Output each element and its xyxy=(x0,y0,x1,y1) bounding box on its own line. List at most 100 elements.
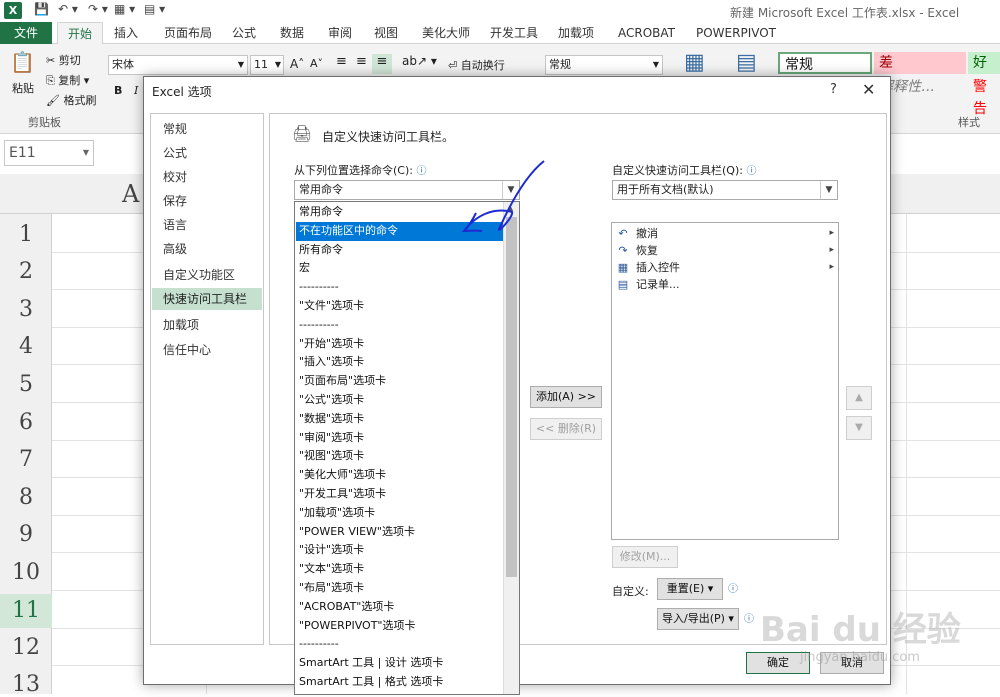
dropdown-option[interactable]: "POWERPIVOT"选项卡 xyxy=(296,617,503,636)
modify-button[interactable]: 修改(M)... xyxy=(612,546,678,568)
save-icon[interactable]: 💾 xyxy=(34,2,49,16)
dropdown-option[interactable]: "插入"选项卡 xyxy=(296,353,503,372)
column-header-a[interactable]: A xyxy=(122,180,139,208)
dropdown-option[interactable]: "开发工具"选项卡 xyxy=(296,485,503,504)
qat-control-icon[interactable]: ▦ ▾ xyxy=(114,2,135,16)
paste-button[interactable]: 粘贴 xyxy=(12,80,34,96)
align-middle-icon[interactable]: ≡ xyxy=(356,54,367,69)
dropdown-option[interactable]: "布局"选项卡 xyxy=(296,579,503,598)
nav-customize-ribbon[interactable]: 自定义功能区 xyxy=(152,264,262,286)
nav-proofing[interactable]: 校对 xyxy=(152,166,262,188)
list-item[interactable]: ↶ 撤消 ▸ xyxy=(616,225,834,242)
row-header-9[interactable]: 9 xyxy=(0,522,52,547)
tab-insert[interactable]: 插入 xyxy=(108,22,144,44)
dropdown-option[interactable]: "数据"选项卡 xyxy=(296,410,503,429)
style-bad[interactable]: 差 xyxy=(874,52,966,74)
format-painter-button[interactable]: 🖌 格式刷 xyxy=(46,92,96,108)
wrap-text-button[interactable]: ⏎ 自动换行 xyxy=(448,57,505,73)
move-up-icon[interactable]: ▲ xyxy=(846,386,872,410)
italic-button[interactable]: I xyxy=(134,84,138,97)
dropdown-option[interactable]: "加载项"选项卡 xyxy=(296,504,503,523)
copy-button[interactable]: ⎘ 复制 ▾ xyxy=(46,72,89,88)
font-size-select[interactable]: 11 ▼ xyxy=(250,55,284,75)
scrollbar[interactable]: ▲ xyxy=(503,202,519,694)
scrollbar-thumb[interactable] xyxy=(506,217,517,577)
tab-review[interactable]: 审阅 xyxy=(322,22,358,44)
tab-data[interactable]: 数据 xyxy=(274,22,310,44)
row-header-7[interactable]: 7 xyxy=(0,447,52,472)
list-item[interactable]: ▦ 插入控件 ▸ xyxy=(616,259,834,276)
dropdown-option[interactable]: "开始"选项卡 xyxy=(296,335,503,354)
number-format-select[interactable]: 常规 ▼ xyxy=(545,55,663,75)
reset-button[interactable]: 重置(E) ▾ xyxy=(657,578,723,600)
dropdown-option[interactable]: "POWER VIEW"选项卡 xyxy=(296,523,503,542)
nav-general[interactable]: 常规 xyxy=(152,118,262,140)
format-table-icon[interactable]: ▤ xyxy=(736,50,757,75)
style-good[interactable]: 好 xyxy=(968,52,1000,74)
cut-button[interactable]: ✂ 剪切 xyxy=(46,52,81,68)
help-button[interactable]: ? xyxy=(830,82,837,97)
dropdown-option[interactable]: 宏 xyxy=(296,259,503,278)
undo-icon[interactable]: ↶ ▾ xyxy=(58,2,78,16)
dropdown-option[interactable]: "公式"选项卡 xyxy=(296,391,503,410)
dropdown-option[interactable]: ---------- xyxy=(296,278,503,297)
tab-formulas[interactable]: 公式 xyxy=(226,22,262,44)
tab-addins[interactable]: 加载项 xyxy=(552,22,600,44)
redo-icon[interactable]: ↷ ▾ xyxy=(88,2,108,16)
align-bottom-icon[interactable]: ≡ xyxy=(372,54,392,74)
tab-meihua[interactable]: 美化大师 xyxy=(416,22,476,44)
row-header-4[interactable]: 4 xyxy=(0,334,52,359)
shrink-font-icon[interactable]: A˅ xyxy=(310,57,323,70)
list-item[interactable]: ▤ 记录单... xyxy=(616,276,834,293)
align-top-icon[interactable]: ≡ xyxy=(336,54,347,69)
dropdown-option[interactable]: "文件"选项卡 xyxy=(296,297,503,316)
row-header-8[interactable]: 8 xyxy=(0,485,52,510)
nav-advanced[interactable]: 高级 xyxy=(152,238,262,260)
import-export-button[interactable]: 导入/导出(P) ▾ xyxy=(657,608,739,630)
font-name-select[interactable]: 宋体 ▼ xyxy=(108,55,248,75)
conditional-format-icon[interactable]: ▦ xyxy=(684,50,705,75)
dropdown-option[interactable]: "ACROBAT"选项卡 xyxy=(296,598,503,617)
row-header-3[interactable]: 3 xyxy=(0,297,52,322)
dropdown-option[interactable]: "视图"选项卡 xyxy=(296,447,503,466)
dropdown-option[interactable]: ---------- xyxy=(296,635,503,654)
row-header-6[interactable]: 6 xyxy=(0,410,52,435)
orientation-icon[interactable]: ab↗ ▾ xyxy=(402,54,437,68)
close-button[interactable]: ✕ xyxy=(862,80,875,99)
row-header-11[interactable]: 11 xyxy=(0,594,52,628)
row-header-1[interactable]: 1 xyxy=(0,222,52,247)
dropdown-option[interactable]: "页面布局"选项卡 xyxy=(296,372,503,391)
add-button[interactable]: 添加(A) >> xyxy=(530,386,602,408)
bold-button[interactable]: B xyxy=(114,84,122,97)
form-icon[interactable]: ▤ ▾ xyxy=(144,2,165,16)
dropdown-option[interactable]: SmartArt 工具 | 格式 选项卡 xyxy=(296,673,503,692)
name-box[interactable]: E11 ▼ xyxy=(4,140,94,166)
row-header-13[interactable]: 13 xyxy=(0,672,52,697)
qat-scope-select[interactable]: 用于所有文档(默认) ▼ xyxy=(612,180,838,200)
paste-icon[interactable]: 📋 xyxy=(10,50,35,74)
tab-page-layout[interactable]: 页面布局 xyxy=(158,22,218,44)
tab-view[interactable]: 视图 xyxy=(368,22,404,44)
row-header-12[interactable]: 12 xyxy=(0,635,52,660)
dropdown-option[interactable]: "美化大师"选项卡 xyxy=(296,466,503,485)
dropdown-option[interactable]: ---------- xyxy=(296,316,503,335)
remove-button[interactable]: << 删除(R) xyxy=(530,418,602,440)
dropdown-option[interactable]: "审阅"选项卡 xyxy=(296,429,503,448)
row-header-10[interactable]: 10 xyxy=(0,560,52,585)
grow-font-icon[interactable]: A˄ xyxy=(290,57,304,71)
nav-addins[interactable]: 加载项 xyxy=(152,314,262,336)
tab-file[interactable]: 文件 xyxy=(0,22,52,44)
row-header-2[interactable]: 2 xyxy=(0,259,52,284)
dropdown-option[interactable]: "设计"选项卡 xyxy=(296,541,503,560)
nav-trust-center[interactable]: 信任中心 xyxy=(152,339,262,361)
nav-save[interactable]: 保存 xyxy=(152,190,262,212)
list-item[interactable]: ↷ 恢复 ▸ xyxy=(616,242,834,259)
tab-acrobat[interactable]: ACROBAT xyxy=(612,22,681,44)
dropdown-option[interactable]: "文本"选项卡 xyxy=(296,560,503,579)
dropdown-option[interactable]: SmartArt 工具 | 设计 选项卡 xyxy=(296,654,503,673)
move-down-icon[interactable]: ▼ xyxy=(846,416,872,440)
tab-powerpivot[interactable]: POWERPIVOT xyxy=(690,22,782,44)
style-warning[interactable]: 警告 xyxy=(968,76,1000,117)
nav-formulas[interactable]: 公式 xyxy=(152,142,262,164)
nav-quick-access-toolbar[interactable]: 快速访问工具栏 xyxy=(152,288,262,310)
